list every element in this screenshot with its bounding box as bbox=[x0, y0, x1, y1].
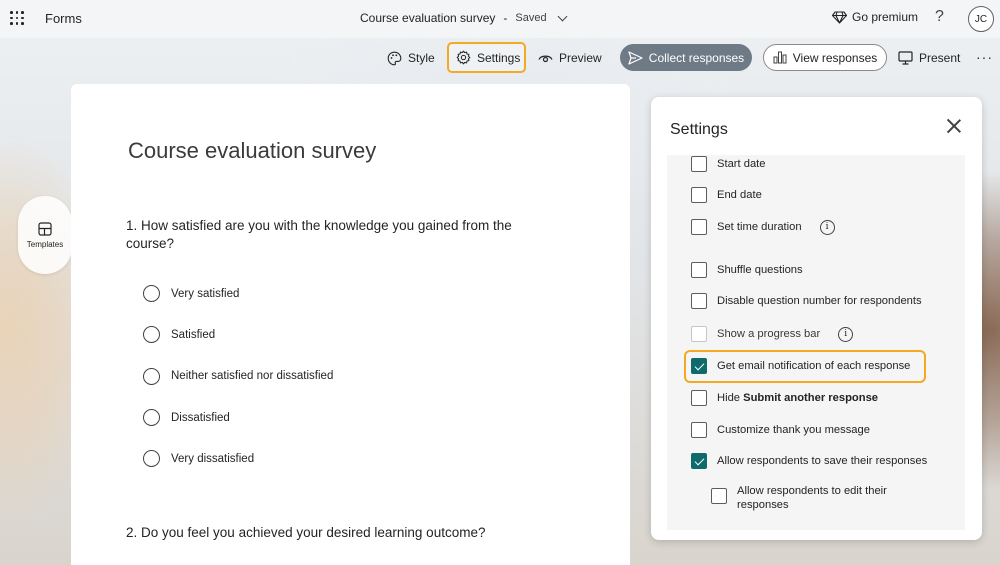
close-icon[interactable] bbox=[945, 117, 963, 135]
templates-label: Templates bbox=[26, 239, 64, 249]
more-options-icon[interactable]: ··· bbox=[976, 44, 993, 70]
setting-disable-question-number[interactable]: Disable question number for respondents bbox=[691, 293, 922, 309]
document-title-area[interactable]: Course evaluation survey - Saved bbox=[360, 11, 568, 25]
setting-label: End date bbox=[717, 189, 762, 201]
setting-label: Allow respondents to edit their response… bbox=[737, 485, 887, 511]
layout-icon bbox=[38, 221, 52, 236]
choice-option[interactable]: Satisfied bbox=[143, 314, 333, 355]
checkbox[interactable] bbox=[691, 293, 707, 309]
checkbox[interactable] bbox=[691, 187, 707, 203]
palette-icon bbox=[387, 51, 402, 65]
top-bar: Forms Course evaluation survey - Saved G… bbox=[0, 0, 1000, 38]
style-button[interactable]: Style bbox=[387, 45, 435, 71]
choice-label: Dissatisfied bbox=[171, 411, 230, 424]
checkbox[interactable] bbox=[691, 219, 707, 235]
checkbox bbox=[691, 326, 707, 342]
question-1-options: Very satisfied Satisfied Neither satisfi… bbox=[143, 273, 333, 479]
present-label: Present bbox=[919, 51, 961, 65]
diamond-icon bbox=[832, 10, 847, 24]
setting-label: Set time duration bbox=[717, 221, 802, 233]
setting-label: Start date bbox=[717, 158, 766, 170]
go-premium-label: Go premium bbox=[852, 10, 919, 24]
present-button[interactable]: Present bbox=[898, 45, 960, 71]
setting-time-duration[interactable]: Set time duration i bbox=[691, 219, 835, 235]
checkbox[interactable] bbox=[711, 488, 727, 504]
templates-button[interactable]: Templates bbox=[18, 196, 72, 274]
checkbox[interactable] bbox=[691, 156, 707, 172]
settings-button[interactable]: Settings bbox=[447, 42, 526, 73]
setting-start-date[interactable]: Start date bbox=[691, 156, 766, 172]
choice-option[interactable]: Very dissatisfied bbox=[143, 438, 333, 479]
view-responses-button[interactable]: View responses bbox=[763, 44, 887, 71]
setting-label: Allow respondents to save their response… bbox=[717, 455, 928, 467]
monitor-icon bbox=[898, 51, 913, 65]
settings-options-list: Start date End date Set time duration i … bbox=[667, 155, 965, 530]
settings-panel-title: Settings bbox=[670, 121, 728, 138]
setting-allow-save-responses[interactable]: Allow respondents to save their response… bbox=[691, 453, 927, 469]
chevron-down-icon[interactable] bbox=[557, 11, 568, 21]
choice-label: Satisfied bbox=[171, 328, 216, 341]
avatar[interactable]: JC bbox=[968, 6, 994, 32]
waffle-icon[interactable] bbox=[10, 11, 24, 25]
app-name[interactable]: Forms bbox=[45, 11, 82, 26]
collect-responses-label: Collect responses bbox=[648, 50, 745, 65]
form-title[interactable]: Course evaluation survey bbox=[128, 138, 376, 164]
choice-option[interactable]: Neither satisfied nor dissatisfied bbox=[143, 356, 333, 397]
setting-hide-submit-another[interactable]: Hide Submit another response bbox=[691, 390, 878, 406]
document-title: Course evaluation survey bbox=[360, 11, 496, 25]
setting-progress-bar: Show a progress bar i bbox=[691, 326, 854, 342]
eye-icon bbox=[538, 55, 553, 62]
settings-label: Settings bbox=[477, 50, 521, 65]
checkbox[interactable] bbox=[691, 453, 707, 469]
form-card: Course evaluation survey 1. How satisfie… bbox=[71, 84, 630, 565]
info-icon[interactable]: i bbox=[819, 219, 835, 235]
checkbox[interactable] bbox=[691, 262, 707, 278]
help-icon[interactable]: ? bbox=[935, 8, 944, 26]
checkbox[interactable] bbox=[691, 422, 707, 438]
view-responses-label: View responses bbox=[792, 50, 878, 65]
choice-option[interactable]: Dissatisfied bbox=[143, 397, 333, 438]
setting-label-prefix: Hide bbox=[717, 392, 744, 404]
style-label: Style bbox=[408, 51, 435, 65]
choice-label: Very dissatisfied bbox=[171, 452, 255, 465]
checkbox[interactable] bbox=[691, 390, 707, 406]
radio-button[interactable] bbox=[143, 367, 160, 385]
choice-label: Neither satisfied nor dissatisfied bbox=[171, 370, 334, 383]
send-icon bbox=[628, 50, 643, 65]
collect-responses-button[interactable]: Collect responses bbox=[620, 44, 752, 71]
setting-shuffle-questions[interactable]: Shuffle questions bbox=[691, 262, 803, 278]
setting-label: Customize thank you message bbox=[717, 424, 870, 436]
radio-button[interactable] bbox=[143, 326, 160, 344]
preview-label: Preview bbox=[559, 51, 602, 65]
setting-label: Hide Submit another response bbox=[717, 392, 878, 404]
gear-icon bbox=[456, 50, 471, 65]
settings-panel: Settings Start date End date Set time du… bbox=[651, 97, 982, 540]
save-status: Saved bbox=[515, 12, 547, 24]
radio-button[interactable] bbox=[143, 285, 160, 303]
setting-allow-edit-responses[interactable]: Allow respondents to edit their response… bbox=[711, 484, 927, 512]
go-premium-button[interactable]: Go premium bbox=[832, 10, 918, 24]
setting-customize-thank-you[interactable]: Customize thank you message bbox=[691, 422, 870, 438]
radio-button[interactable] bbox=[143, 409, 160, 427]
setting-label: Disable question number for respondents bbox=[717, 295, 922, 307]
setting-label: Shuffle questions bbox=[717, 264, 803, 276]
setting-label-bold: Submit another response bbox=[743, 392, 879, 404]
setting-label: Show a progress bar bbox=[717, 328, 821, 340]
question-1-text[interactable]: 1. How satisfied are you with the knowle… bbox=[126, 217, 546, 253]
question-2-text[interactable]: 2. Do you feel you achieved your desired… bbox=[126, 525, 485, 540]
choice-option[interactable]: Very satisfied bbox=[143, 273, 333, 314]
setting-end-date[interactable]: End date bbox=[691, 187, 762, 203]
radio-button[interactable] bbox=[143, 450, 160, 468]
choice-label: Very satisfied bbox=[171, 287, 240, 300]
bar-chart-icon bbox=[773, 51, 787, 64]
title-separator: - bbox=[503, 11, 508, 25]
info-icon[interactable]: i bbox=[838, 326, 854, 342]
preview-button[interactable]: Preview bbox=[538, 45, 602, 71]
highlight-box bbox=[684, 350, 926, 383]
